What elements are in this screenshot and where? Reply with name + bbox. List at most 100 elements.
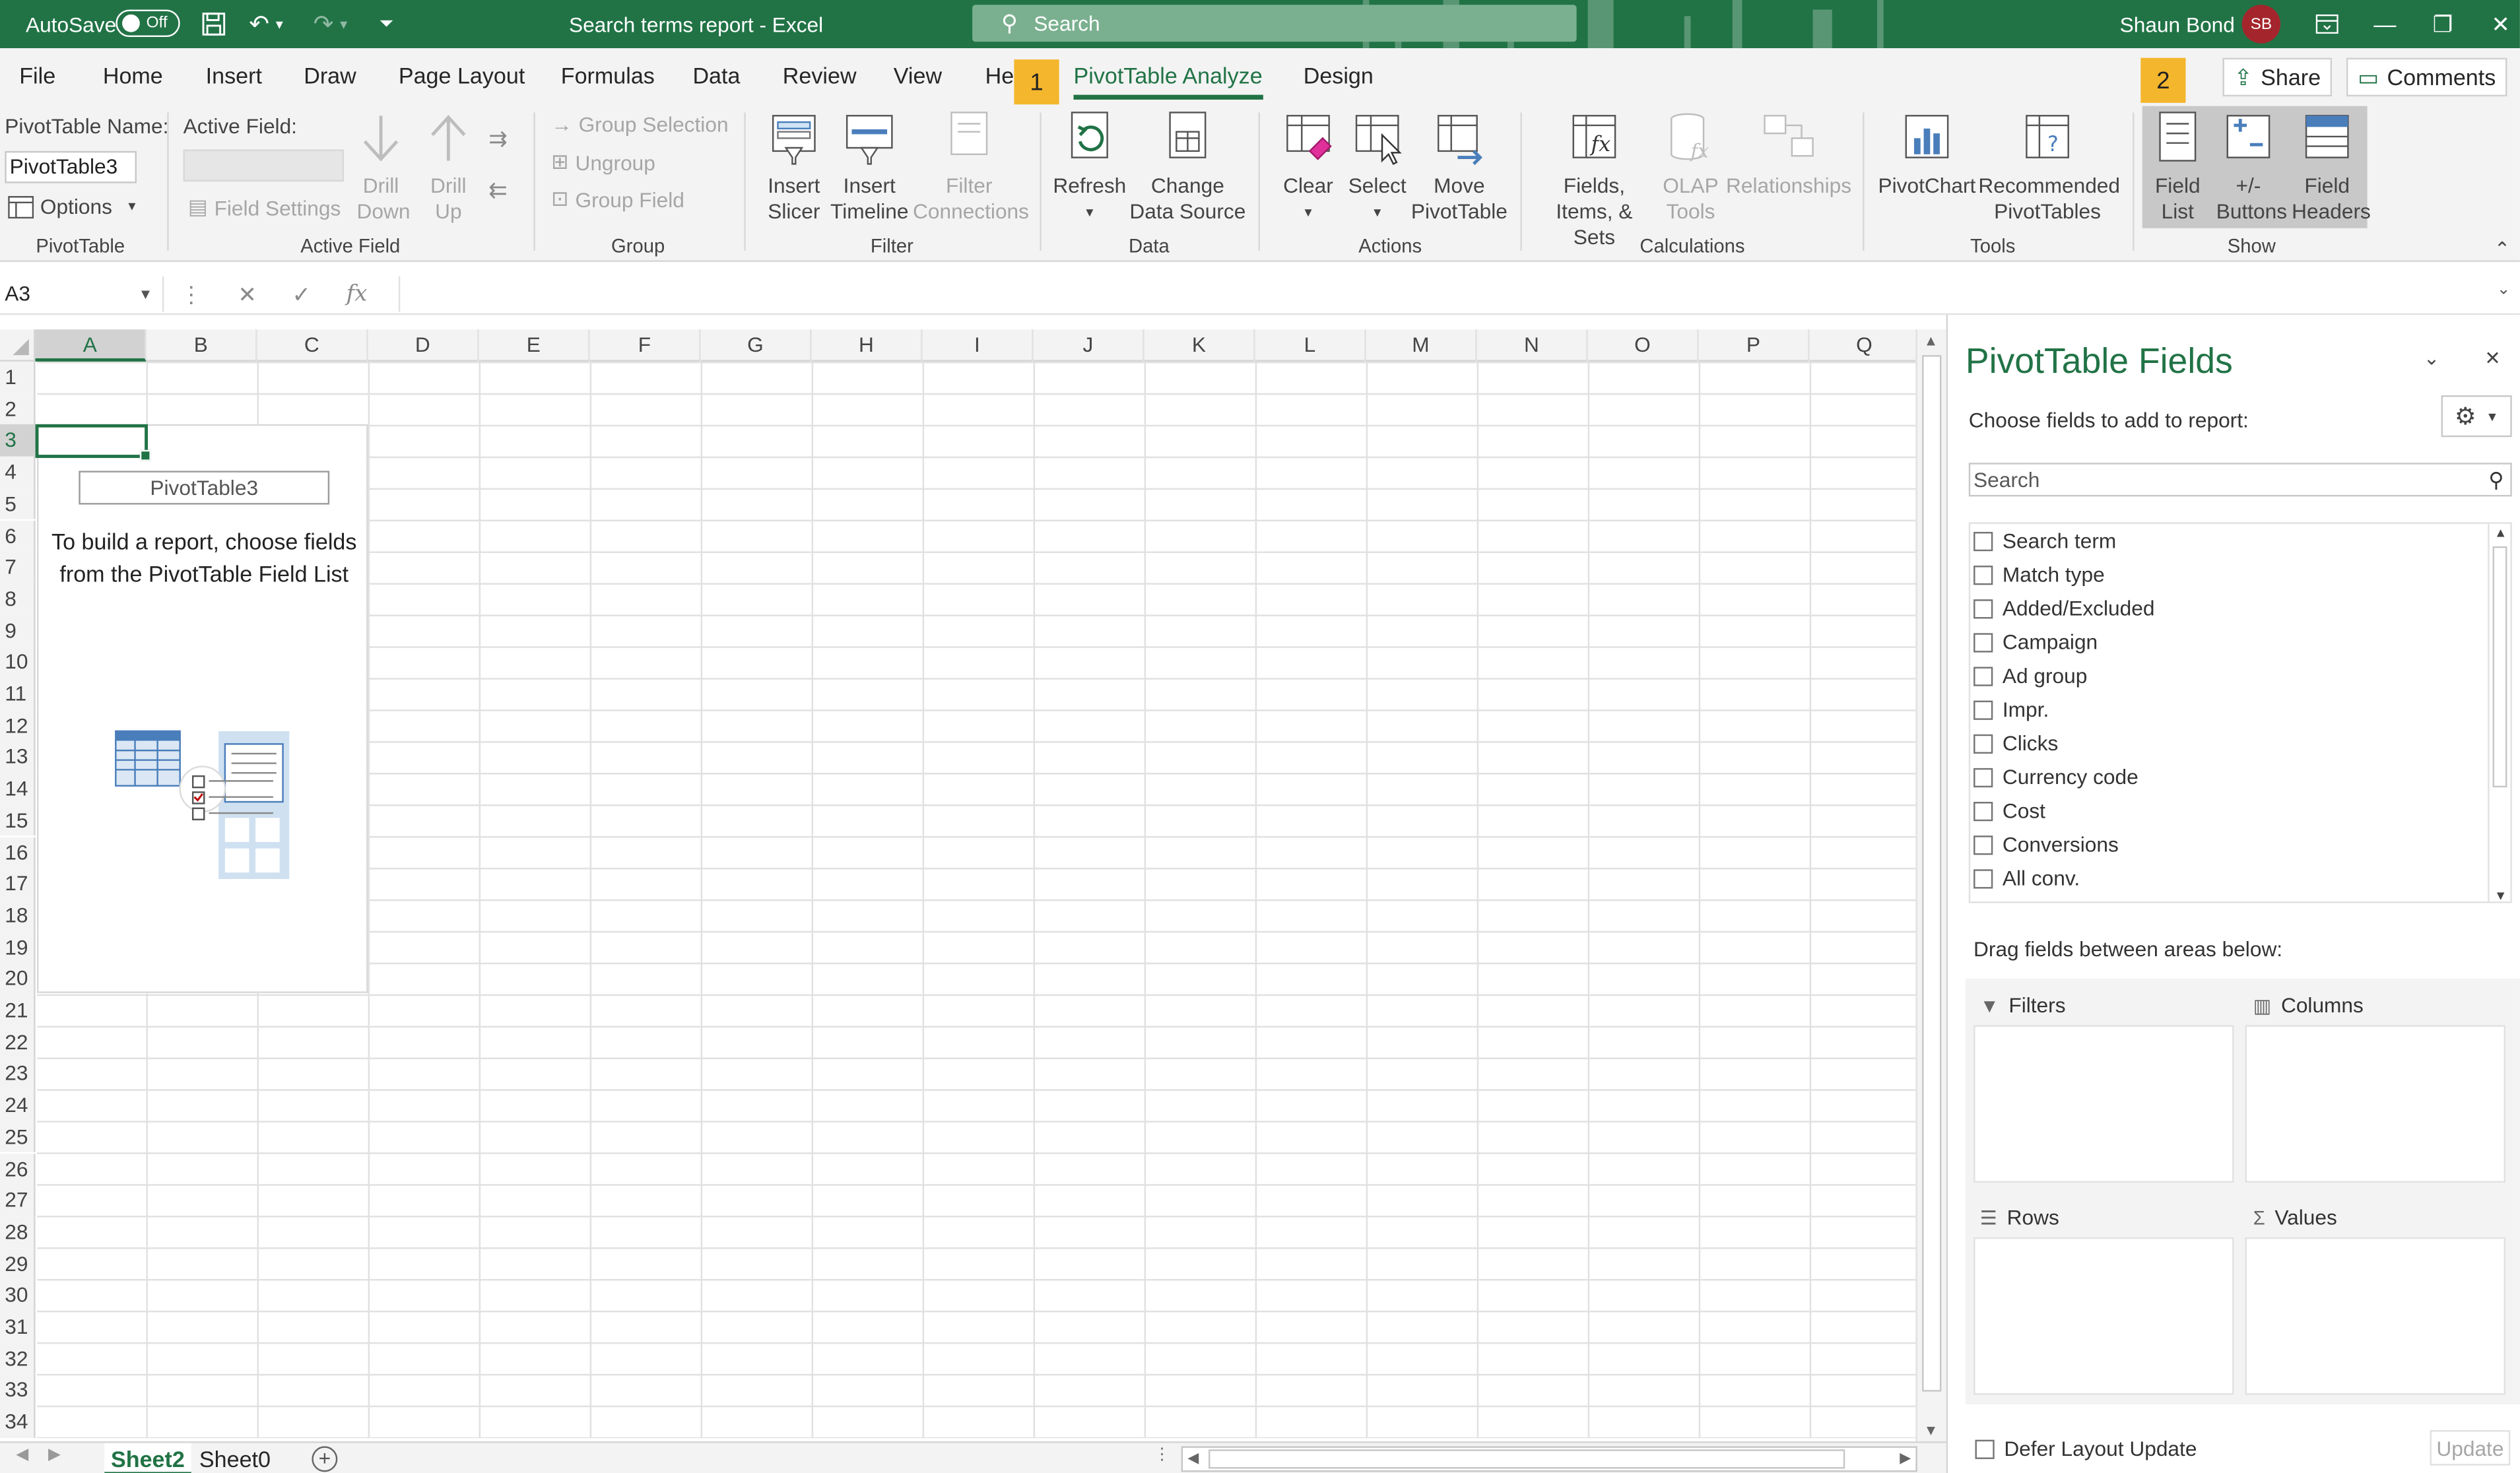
values-drop-area[interactable] [2245,1237,2506,1395]
pivottable-name-input[interactable]: PivotTable3 [5,150,137,183]
tab-help[interactable]: He [985,63,1014,88]
column-header[interactable]: B [147,329,257,362]
tab-design[interactable]: Design [1304,63,1374,88]
field-list-item[interactable]: Currency code [1973,765,2139,789]
field-list-item[interactable]: Campaign [1973,630,2098,654]
field-checkbox[interactable] [1973,564,1993,585]
tab-data[interactable]: Data [692,63,740,88]
olap-tools-button[interactable]: fx OLAP Tools [1657,110,1724,225]
row-header[interactable]: 20 [0,963,36,995]
undo-icon[interactable]: ↶ ▾ [249,0,282,48]
share-button[interactable]: ⇪ Share [2222,57,2333,97]
field-list-item[interactable]: Added/Excluded [1973,596,2154,620]
pivottable-placeholder[interactable]: PivotTable3 To build a report, choose fi… [37,424,368,993]
row-header[interactable]: 2 [0,393,36,425]
scroll-up-icon[interactable]: ▲ [2494,525,2507,540]
field-list-item[interactable]: Cost [1973,799,2045,823]
horizontal-scroll-thumb[interactable] [1209,1449,1845,1469]
rows-drop-area[interactable] [1973,1237,2234,1395]
pivotchart-button[interactable]: PivotChart [1877,110,1977,199]
field-checkbox[interactable] [1973,700,1993,719]
autosave-toggle[interactable]: Off [116,9,180,38]
column-header[interactable]: H [812,329,923,362]
row-header[interactable]: 10 [0,646,36,678]
column-header[interactable]: G [701,329,812,362]
column-header[interactable]: E [479,329,590,362]
field-checkbox[interactable] [1973,868,1993,888]
row-header[interactable]: 27 [0,1184,36,1216]
scroll-down-icon[interactable]: ▼ [2494,888,2507,901]
row-header[interactable]: 32 [0,1342,36,1375]
row-header[interactable]: 33 [0,1374,36,1406]
prev-sheet-icon[interactable]: ◀ [16,1446,28,1464]
scroll-right-icon[interactable]: ▶ [1900,1449,1911,1467]
column-header[interactable]: K [1144,329,1255,362]
row-header[interactable]: 14 [0,773,36,805]
row-header[interactable]: 34 [0,1406,36,1438]
field-checkbox[interactable] [1973,902,1993,903]
group-field-button[interactable]: ⊡ Group Field [551,186,684,212]
vertical-scroll-thumb[interactable] [1922,355,1942,1392]
row-header[interactable]: 11 [0,678,36,710]
row-header[interactable]: 23 [0,1058,36,1090]
minimize-icon[interactable]: — [2356,0,2414,48]
field-checkbox[interactable] [1973,599,1993,618]
avatar[interactable]: SB [2241,5,2281,44]
tab-insert[interactable]: Insert [206,63,262,88]
ungroup-button[interactable]: ⊞ Ungroup [551,149,655,175]
column-header[interactable]: A [35,329,147,362]
row-header[interactable]: 7 [0,551,36,583]
row-header[interactable]: 15 [0,804,36,837]
column-header[interactable]: D [368,329,479,362]
group-selection-button[interactable]: → Group Selection [551,112,728,137]
field-list-item[interactable]: Conversions [1973,832,2119,857]
drill-up-button[interactable]: Drill Up [420,110,478,225]
field-checkbox[interactable] [1973,632,1993,652]
tab-draw[interactable]: Draw [304,63,356,88]
column-header[interactable]: Q [1810,329,1916,362]
update-button[interactable]: Update [2430,1430,2511,1466]
row-header[interactable]: 22 [0,1026,36,1059]
filters-drop-area[interactable] [1973,1025,2234,1183]
row-header[interactable]: 12 [0,709,36,742]
insert-function-icon[interactable]: fx [347,281,368,307]
cancel-icon[interactable]: ✕ [238,280,257,308]
horizontal-scrollbar[interactable]: ◀ ▶ [1181,1446,1917,1472]
search-bar[interactable]: ⚲ Search [972,5,1577,42]
scroll-down-icon[interactable]: ▼ [1924,1422,1939,1438]
refresh-button[interactable]: Refresh ▾ [1053,110,1126,225]
field-checkbox[interactable] [1973,666,1993,686]
field-list-item[interactable]: All conv. [1973,866,2080,890]
row-header[interactable]: 24 [0,1090,36,1122]
field-search-input[interactable]: Search ⚲ [1968,463,2512,497]
clear-button[interactable]: Clear ▾ [1278,110,1339,225]
field-list-button[interactable]: Field List [2146,110,2210,225]
row-header[interactable]: 25 [0,1121,36,1154]
ribbon-display-options-icon[interactable] [2298,0,2356,48]
change-data-source-button[interactable]: Change Data Source [1127,110,1249,225]
formula-input[interactable] [398,276,2520,312]
row-header[interactable]: 30 [0,1279,36,1311]
tab-review[interactable]: Review [783,63,857,88]
drill-down-button[interactable]: Drill Down [352,110,411,225]
tab-file[interactable]: File [19,63,55,88]
insert-slicer-button[interactable]: Insert Slicer [755,110,832,225]
field-list-item[interactable]: Clicks [1973,731,2058,755]
relationships-button[interactable]: Relationships [1726,110,1851,199]
name-box[interactable]: A3 ▼ [0,276,164,312]
field-list-item[interactable]: Ad group [1973,664,2087,688]
scroll-up-icon[interactable]: ▲ [1924,333,1939,348]
field-checkbox[interactable] [1973,767,1993,787]
next-sheet-icon[interactable]: ▶ [48,1446,61,1464]
defer-checkbox[interactable] [1975,1439,1995,1458]
field-list-item[interactable]: All [1973,900,2026,903]
row-header[interactable]: 28 [0,1216,36,1248]
fields-items-sets-button[interactable]: fx Fields, Items, & Sets [1531,110,1657,251]
sheet-tab-sheet2[interactable]: Sheet2 [104,1443,191,1473]
row-header[interactable]: 26 [0,1153,36,1185]
active-field-input[interactable] [183,149,345,182]
expand-formula-bar-icon[interactable]: ⌄ [2497,281,2510,299]
save-icon[interactable] [201,0,226,48]
field-list-item[interactable]: Impr. [1973,698,2049,721]
column-header[interactable]: C [257,329,368,362]
